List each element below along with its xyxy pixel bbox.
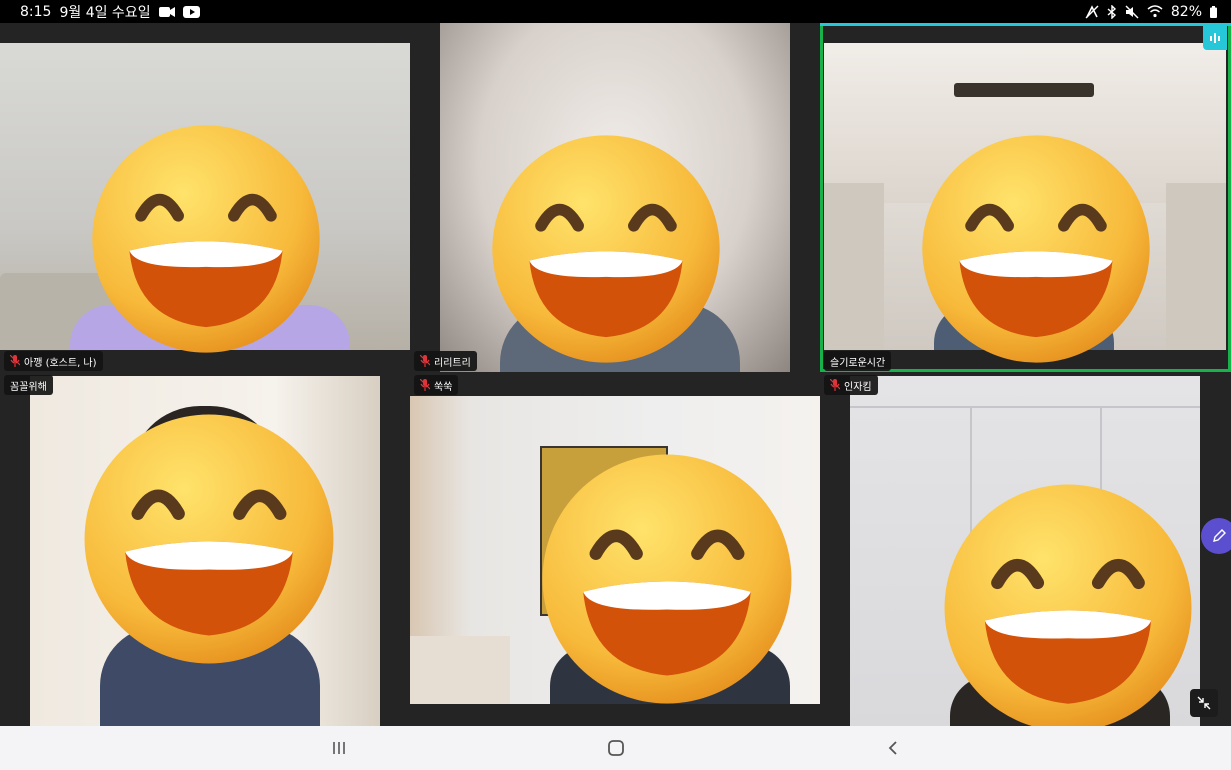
recent-apps-icon xyxy=(332,742,345,754)
collapse-arrows-icon xyxy=(1197,696,1211,710)
participant-nameplate: 인자킴 xyxy=(824,375,878,395)
audio-bars-icon xyxy=(1210,33,1220,43)
status-bar-left: 8:15 9월 4일 수요일 xyxy=(20,2,200,22)
pen-icon xyxy=(1213,529,1226,542)
status-date: 9월 4일 수요일 xyxy=(59,4,151,21)
emoji-face-icon xyxy=(944,484,1192,726)
emoji-face-icon xyxy=(492,135,720,363)
mic-muted-icon xyxy=(420,379,430,391)
mute-icon xyxy=(1125,5,1139,19)
participant-nameplate: 아깽 (호스트, 나) xyxy=(4,351,103,371)
participant-tile-3-active[interactable]: 슬기로운시간 xyxy=(820,23,1231,372)
participant-nameplate: 쑥쑥 xyxy=(414,375,459,395)
mic-muted-icon xyxy=(420,355,430,367)
participant-nameplate: 꼼꼴위해 xyxy=(4,375,53,395)
floating-pen-button[interactable] xyxy=(1201,518,1231,554)
participant-name: 리리트리 xyxy=(434,357,471,369)
bluetooth-icon xyxy=(1107,4,1117,19)
audio-level-indicator xyxy=(1203,26,1227,50)
participant-nameplate: 리리트리 xyxy=(414,351,477,371)
status-bar-right: 82% xyxy=(1085,4,1217,20)
participant-name: 아깽 (호스트, 나) xyxy=(24,357,97,369)
participant-name: 슬기로운시간 xyxy=(830,357,886,369)
emoji-face-icon xyxy=(922,135,1150,363)
battery-percent: 82% xyxy=(1170,3,1202,20)
emoji-face-icon xyxy=(542,454,792,704)
emoji-face-icon xyxy=(84,414,334,664)
battery-icon xyxy=(1210,5,1217,18)
video-camera-icon xyxy=(158,6,175,18)
recent-apps-button[interactable] xyxy=(309,726,369,770)
youtube-icon xyxy=(182,5,200,18)
emoji-face-icon xyxy=(92,125,320,353)
mic-muted-icon xyxy=(830,379,840,391)
participant-tile-2[interactable]: 리리트리 xyxy=(410,23,820,372)
participant-tile-6[interactable]: 인자킴 xyxy=(820,372,1231,726)
status-bar: 8:15 9월 4일 수요일 82% xyxy=(0,0,1231,23)
navigation-bar xyxy=(0,726,1231,770)
participant-name: 쑥쑥 xyxy=(434,381,453,393)
participant-name: 인자킴 xyxy=(844,381,872,393)
participant-tile-5[interactable]: 쑥쑥 xyxy=(410,372,820,726)
home-icon xyxy=(607,740,624,756)
home-button[interactable] xyxy=(586,726,646,770)
minimize-button[interactable] xyxy=(1190,689,1218,717)
participant-name: 꼼꼴위해 xyxy=(10,381,47,393)
back-button[interactable] xyxy=(863,726,923,770)
status-time: 8:15 xyxy=(20,3,52,20)
mic-muted-icon xyxy=(10,355,20,367)
participant-tile-4[interactable]: 꼼꼴위해 xyxy=(0,372,410,726)
participant-nameplate: 슬기로운시간 xyxy=(824,351,892,371)
participant-tile-1[interactable]: 아깽 (호스트, 나) xyxy=(0,23,410,372)
wifi-icon xyxy=(1147,5,1163,18)
back-icon xyxy=(888,741,897,755)
nfc-icon xyxy=(1085,4,1099,19)
